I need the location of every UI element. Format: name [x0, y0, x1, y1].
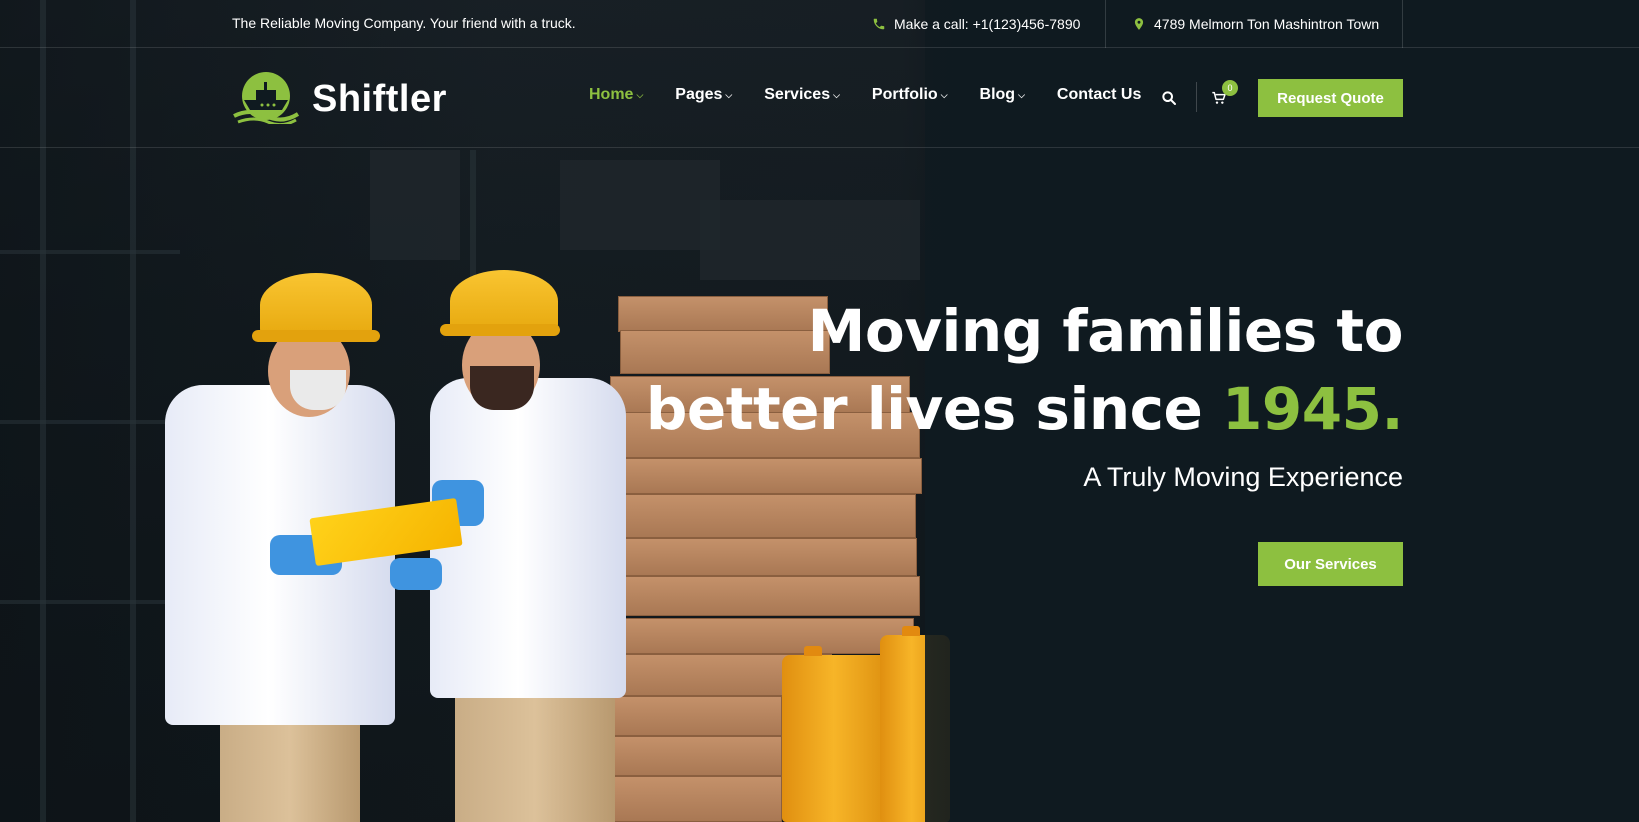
top-bar: The Reliable Moving Company. Your friend… [0, 0, 1639, 48]
hero-title: Moving families to better lives since 19… [645, 292, 1404, 448]
tagline: The Reliable Moving Company. Your friend… [232, 15, 576, 31]
nav-label: Services [764, 86, 831, 103]
hero-subtitle: A Truly Moving Experience [1083, 462, 1403, 492]
background-box [370, 150, 460, 260]
shelf-beam [0, 420, 180, 424]
nav-item-contact[interactable]: Contact Us [1057, 86, 1141, 104]
our-services-button[interactable]: Our Services [1258, 542, 1403, 586]
nav-item-pages[interactable]: Pages ⌵ [675, 86, 732, 104]
brand-name: Shiftler [312, 78, 447, 120]
ship-logo-icon [232, 70, 300, 129]
phone-text: Make a call: +1(123)456-7890 [894, 16, 1081, 32]
request-quote-button[interactable]: Request Quote [1258, 79, 1403, 117]
map-pin-icon [1132, 17, 1146, 31]
hero-title-line2: better lives since [645, 375, 1223, 443]
cart-count-badge: 0 [1222, 80, 1238, 96]
nav-label: Contact Us [1056, 86, 1142, 103]
chevron-down-icon: ⌵ [725, 89, 733, 100]
phone-contact[interactable]: Make a call: +1(123)456-7890 [872, 0, 1106, 48]
address-contact: 4789 Melmorn Ton Mashintron Town [1106, 0, 1403, 48]
nav-item-services[interactable]: Services ⌵ [764, 86, 840, 104]
background-box [560, 160, 720, 250]
search-icon[interactable] [1159, 88, 1179, 108]
nav-divider [1196, 82, 1197, 112]
nav-label: Pages [675, 86, 723, 103]
nav-label: Home [589, 86, 634, 103]
logo[interactable]: Shiftler [232, 70, 447, 129]
nav-item-portfolio[interactable]: Portfolio ⌵ [872, 86, 948, 104]
primary-nav: Home ⌵ Pages ⌵ Services ⌵ Portfolio ⌵ Blog ⌵ … [589, 86, 1141, 104]
address-text: 4789 Melmorn Ton Mashintron Town [1154, 16, 1380, 32]
nav-item-home[interactable]: Home ⌵ [589, 86, 643, 104]
chevron-down-icon: ⌵ [833, 89, 840, 100]
chevron-down-icon: ⌵ [1018, 89, 1025, 100]
hero-title-year: 1945. [1222, 375, 1403, 443]
hero-title-line1: Moving families to [807, 297, 1404, 365]
background-box [700, 200, 920, 280]
chevron-down-icon: ⌵ [636, 89, 644, 100]
shelf-beam [0, 600, 180, 604]
phone-icon [872, 17, 886, 31]
shelf-beam [0, 250, 180, 254]
chevron-down-icon: ⌵ [940, 89, 948, 100]
main-navbar: Shiftler Home ⌵ Pages ⌵ Services ⌵ Portfoli… [0, 48, 1639, 148]
nav-item-blog[interactable]: Blog ⌵ [980, 86, 1025, 104]
nav-label: Blog [979, 86, 1016, 103]
nav-label: Portfolio [871, 86, 938, 103]
